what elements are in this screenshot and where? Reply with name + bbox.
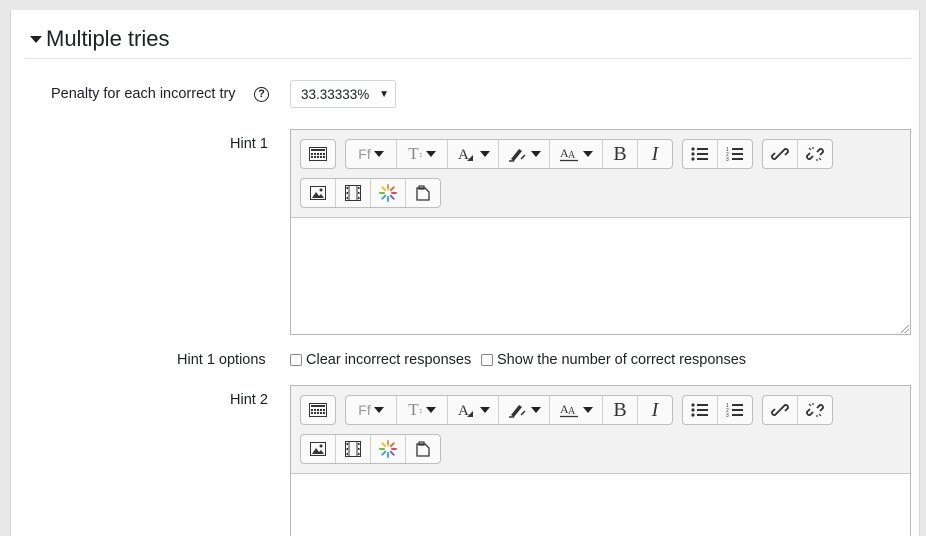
svg-text:A: A [458, 403, 469, 418]
font-color-icon[interactable]: A [448, 140, 499, 168]
hint-1-toolbar-row-1: Ff T ↕ A AA B I 123 [300, 139, 842, 169]
svg-text:3: 3 [726, 157, 729, 162]
media-icon[interactable] [336, 179, 371, 207]
clear-incorrect-checkbox[interactable]: Clear incorrect responses [290, 352, 471, 368]
show-number-correct-label: Show the number of correct responses [497, 352, 747, 368]
font-style-icon[interactable]: AA [550, 396, 603, 424]
help-icon[interactable]: ? [254, 87, 269, 102]
font-color-icon[interactable]: A [448, 396, 499, 424]
unlink-icon[interactable] [798, 396, 832, 424]
font-family-icon[interactable]: Ff [346, 140, 397, 168]
toggle-toolbar-icon[interactable] [301, 396, 335, 424]
italic-icon[interactable]: I [638, 396, 672, 424]
unordered-list-icon[interactable] [683, 396, 718, 424]
highlight-icon[interactable] [499, 396, 550, 424]
checkbox-box[interactable] [481, 354, 493, 366]
unordered-list-icon[interactable] [683, 140, 718, 168]
hint-2-toolbar-row-1: Ff T ↕ A AA B I 123 [300, 395, 842, 425]
penalty-select-value: 33.33333% [301, 87, 370, 102]
show-number-correct-checkbox[interactable]: Show the number of correct responses [481, 352, 746, 368]
unlink-icon[interactable] [798, 140, 832, 168]
toggle-toolbar-icon[interactable] [301, 140, 335, 168]
font-style-icon[interactable]: AA [550, 140, 603, 168]
hint-2-toolbar-row-2 [300, 434, 450, 464]
hint-2-editor: Ff T ↕ A AA B I 123 [290, 385, 911, 536]
font-size-icon[interactable]: T ↕ [397, 396, 448, 424]
collapse-caret-icon[interactable] [30, 35, 42, 43]
section-title: Multiple tries [46, 26, 170, 51]
media-icon[interactable] [336, 435, 371, 463]
ordered-list-icon[interactable]: 123 [718, 396, 752, 424]
recordrtc-icon[interactable] [371, 435, 406, 463]
svg-text:A: A [458, 147, 469, 162]
paste-icon[interactable] [406, 435, 440, 463]
svg-text:A: A [568, 150, 576, 161]
penalty-label: Penalty for each incorrect try [51, 86, 236, 102]
italic-icon[interactable]: I [638, 140, 672, 168]
font-family-icon[interactable]: Ff [346, 396, 397, 424]
hint-1-label: Hint 1 [230, 136, 268, 152]
bold-icon[interactable]: B [603, 396, 638, 424]
recordrtc-icon[interactable] [371, 179, 406, 207]
image-icon[interactable] [301, 179, 336, 207]
checkbox-box[interactable] [290, 354, 302, 366]
font-size-icon[interactable]: T ↕ [397, 140, 448, 168]
link-icon[interactable] [763, 140, 798, 168]
bold-icon[interactable]: B [603, 140, 638, 168]
form-panel: Multiple tries Penalty for each incorrec… [10, 10, 920, 536]
section-header-multiple-tries[interactable]: Multiple tries [25, 24, 911, 59]
penalty-select[interactable]: 33.33333% ▼ [290, 80, 396, 108]
hint-2-label: Hint 2 [230, 392, 268, 408]
dropdown-arrow-icon: ▼ [379, 89, 389, 100]
ordered-list-icon[interactable]: 123 [718, 140, 752, 168]
hint-1-toolbar-row-2 [300, 178, 450, 208]
hint-1-textarea[interactable] [291, 217, 910, 334]
highlight-icon[interactable] [499, 140, 550, 168]
paste-icon[interactable] [406, 179, 440, 207]
svg-text:A: A [568, 406, 576, 417]
clear-incorrect-label: Clear incorrect responses [306, 352, 472, 368]
image-icon[interactable] [301, 435, 336, 463]
hint-1-editor: Ff T ↕ A AA B I 123 [290, 129, 911, 335]
resize-handle-icon[interactable] [901, 325, 909, 333]
link-icon[interactable] [763, 396, 798, 424]
hint-1-options-label: Hint 1 options [177, 352, 266, 368]
hint-2-textarea[interactable] [291, 473, 910, 536]
svg-text:3: 3 [726, 413, 729, 418]
